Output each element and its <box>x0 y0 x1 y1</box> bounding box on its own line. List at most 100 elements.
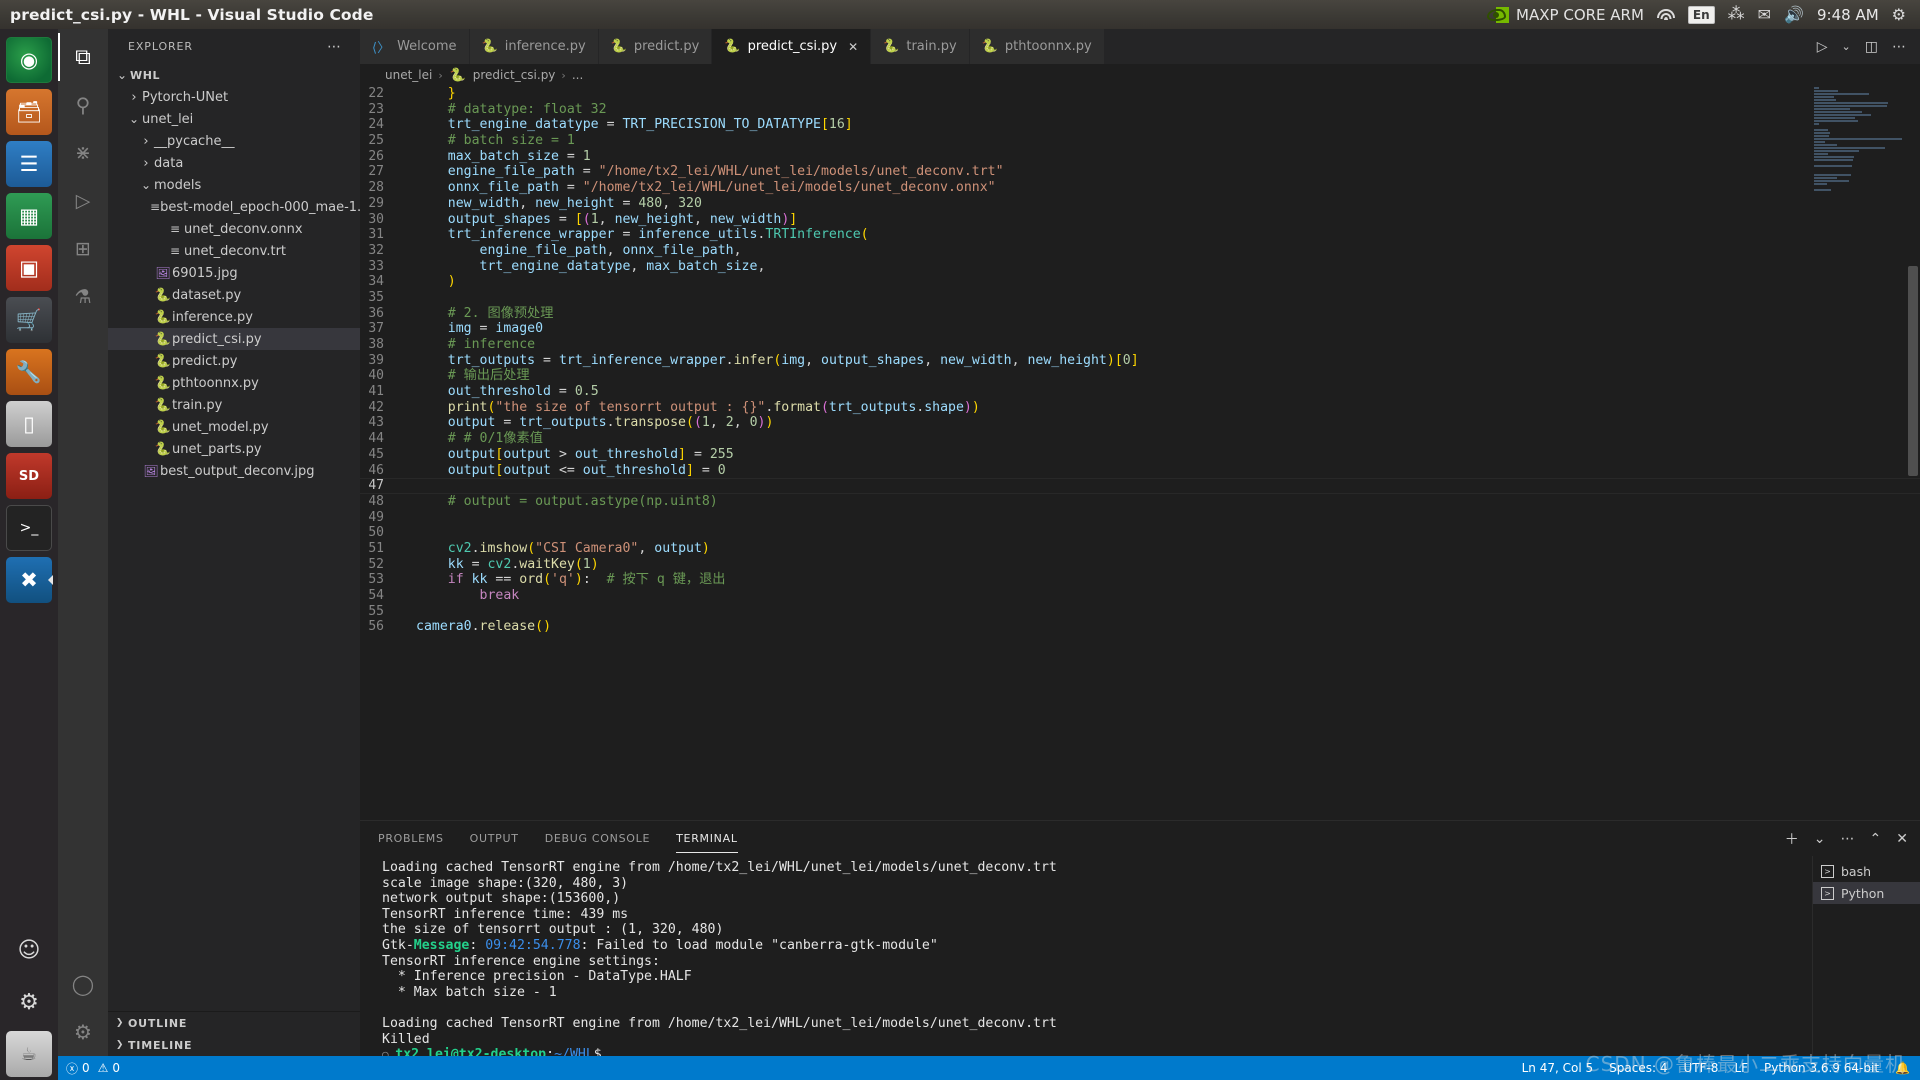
status-indentation[interactable]: Spaces: 4 <box>1609 1061 1667 1075</box>
code-line[interactable]: 47 <box>360 478 1920 494</box>
code-line[interactable]: 48 # output = output.astype(np.uint8) <box>360 494 1920 510</box>
launcher-item-user[interactable]: ☺ <box>6 927 52 973</box>
close-icon[interactable]: ✕ <box>848 40 858 54</box>
tree-item[interactable]: 🐍unet_parts.py <box>108 438 360 460</box>
code-line[interactable]: 33 trt_engine_datatype, max_batch_size, <box>360 259 1920 275</box>
code-line[interactable]: 23 # datatype: float 32 <box>360 102 1920 118</box>
code-line[interactable]: 55 <box>360 604 1920 620</box>
code-line[interactable]: 40 # 输出后处理 <box>360 368 1920 384</box>
launcher-item-sdcard[interactable]: SD <box>6 453 52 499</box>
editor-tab[interactable]: 🐍pthtoonnx.py <box>970 29 1105 64</box>
status-language-mode[interactable]: Python 3.6.9 64-bit <box>1764 1061 1879 1075</box>
breadcrumb-file[interactable]: predict_csi.py <box>473 68 556 82</box>
code-line[interactable]: 27 engine_file_path = "/home/tx2_lei/WHL… <box>360 164 1920 180</box>
code-editor[interactable]: 22 }23 # datatype: float 3224 trt_engine… <box>360 86 1920 820</box>
code-line[interactable]: 26 max_batch_size = 1 <box>360 149 1920 165</box>
launcher-item-files[interactable]: 🗃 <box>6 89 52 135</box>
tree-item[interactable]: ⌄unet_lei <box>108 108 360 130</box>
code-line[interactable]: 56camera0.release() <box>360 619 1920 635</box>
tree-item[interactable]: ≡best-model_epoch-000_mae-1.0... <box>108 196 360 218</box>
code-line[interactable]: 43 output = trt_outputs.transpose((1, 2,… <box>360 415 1920 431</box>
status-cursor-position[interactable]: Ln 47, Col 5 <box>1522 1061 1594 1075</box>
terminal-dropdown-icon[interactable]: ⌄ <box>1814 831 1826 847</box>
tree-item[interactable]: 🐍pthtoonnx.py <box>108 372 360 394</box>
tree-item[interactable]: ›__pycache__ <box>108 130 360 152</box>
close-panel-icon[interactable]: ✕ <box>1896 831 1908 847</box>
clock[interactable]: 9:48 AM <box>1817 6 1879 24</box>
launcher-item-terminal[interactable]: >_ <box>6 505 52 551</box>
bell-icon[interactable]: 🔔 <box>1895 1061 1910 1075</box>
activity-manage-icon[interactable]: ⚙ <box>58 1008 108 1056</box>
code-lines[interactable]: 22 }23 # datatype: float 3224 trt_engine… <box>360 86 1920 820</box>
tree-item[interactable]: ⌄WHL <box>108 64 360 86</box>
editor-scrollbar[interactable] <box>1906 86 1920 820</box>
terminal-session-python[interactable]: > Python <box>1813 882 1920 904</box>
activity-run-debug-icon[interactable]: ▷ <box>58 177 108 225</box>
gear-icon[interactable]: ⚙ <box>1892 7 1906 23</box>
panel-tab[interactable]: TERMINAL <box>676 821 738 856</box>
status-problems[interactable]: ⓧ 0 ⚠ 0 <box>66 1060 120 1077</box>
code-line[interactable]: 34 ) <box>360 274 1920 290</box>
maximize-panel-icon[interactable]: ⌃ <box>1870 831 1882 847</box>
chevron-down-icon[interactable]: ⌄ <box>1842 40 1851 53</box>
code-line[interactable]: 50 <box>360 525 1920 541</box>
tree-item[interactable]: ›data <box>108 152 360 174</box>
new-terminal-icon[interactable]: ＋ <box>1785 829 1799 849</box>
section-outline[interactable]: ❯ OUTLINE <box>108 1012 360 1034</box>
code-line[interactable]: 41 out_threshold = 0.5 <box>360 384 1920 400</box>
editor-tab[interactable]: 🐍inference.py <box>470 29 599 64</box>
editor-more-actions-icon[interactable]: ⋯ <box>1892 39 1906 55</box>
code-line[interactable]: 32 engine_file_path, onnx_file_path, <box>360 243 1920 259</box>
launcher-item-disks[interactable]: ▯ <box>6 401 52 447</box>
activity-testing-icon[interactable]: ⚗ <box>58 273 108 321</box>
wifi-icon[interactable] <box>1657 8 1675 22</box>
breadcrumb-folder[interactable]: unet_lei <box>385 68 432 82</box>
tree-item[interactable]: ≡unet_deconv.onnx <box>108 218 360 240</box>
activity-accounts-icon[interactable]: ◯ <box>58 960 108 1008</box>
panel-tab[interactable]: DEBUG CONSOLE <box>545 821 650 856</box>
tree-item[interactable]: 🖼69015.jpg <box>108 262 360 284</box>
code-line[interactable]: 42 print("the size of tensorrt output : … <box>360 400 1920 416</box>
editor-tab[interactable]: 🐍train.py <box>871 29 970 64</box>
status-encoding[interactable]: UTF-8 <box>1683 1061 1718 1075</box>
tree-item[interactable]: ≡unet_deconv.trt <box>108 240 360 262</box>
code-line[interactable]: 49 <box>360 510 1920 526</box>
activity-explorer-icon[interactable]: ⧉ <box>58 33 108 81</box>
code-line[interactable]: 29 new_width, new_height = 480, 320 <box>360 196 1920 212</box>
terminal-output[interactable]: Loading cached TensorRT engine from /hom… <box>374 856 1812 1056</box>
code-line[interactable]: 28 onnx_file_path = "/home/tx2_lei/WHL/u… <box>360 180 1920 196</box>
panel-tab[interactable]: PROBLEMS <box>378 821 444 856</box>
panel-tab[interactable]: OUTPUT <box>470 821 519 856</box>
code-line[interactable]: 53 if kk == ord('q'): # 按下 q 键，退出 <box>360 572 1920 588</box>
editor-tab[interactable]: 🐍predict.py <box>599 29 713 64</box>
launcher-item-writer[interactable]: ☰ <box>6 141 52 187</box>
mail-icon[interactable]: ✉ <box>1758 7 1771 23</box>
nvidia-tray-item[interactable]: MAXP CORE ARM <box>1487 6 1644 24</box>
split-editor-icon[interactable]: ◫ <box>1865 39 1878 55</box>
code-line[interactable]: 30 output_shapes = [(1, new_height, new_… <box>360 212 1920 228</box>
explorer-more-icon[interactable]: ⋯ <box>327 43 342 51</box>
panel-more-actions-icon[interactable]: ⋯ <box>1841 831 1855 847</box>
code-line[interactable]: 31 trt_inference_wrapper = inference_uti… <box>360 227 1920 243</box>
tree-item[interactable]: 🐍unet_model.py <box>108 416 360 438</box>
code-line[interactable]: 22 } <box>360 86 1920 102</box>
code-line[interactable]: 51 cv2.imshow("CSI Camera0", output) <box>360 541 1920 557</box>
code-line[interactable]: 52 kk = cv2.waitKey(1) <box>360 557 1920 573</box>
editor-tab[interactable]: ⟨〉Welcome <box>360 29 470 64</box>
code-line[interactable]: 35 <box>360 290 1920 306</box>
code-line[interactable]: 36 # 2. 图像预处理 <box>360 306 1920 322</box>
code-line[interactable]: 54 break <box>360 588 1920 604</box>
tree-item[interactable]: ⌄models <box>108 174 360 196</box>
scrollbar-thumb[interactable] <box>1908 266 1918 476</box>
input-method-indicator[interactable]: En <box>1688 6 1715 24</box>
launcher-item-trash[interactable]: ☕ <box>6 1031 52 1077</box>
editor-tab[interactable]: 🐍predict_csi.py✕ <box>712 29 871 64</box>
code-line[interactable]: 46 output[output <= out_threshold] = 0 <box>360 463 1920 479</box>
activity-extensions-icon[interactable]: ⊞ <box>58 225 108 273</box>
code-line[interactable]: 37 img = image0 <box>360 321 1920 337</box>
code-line[interactable]: 44 # # 0/1像素值 <box>360 431 1920 447</box>
section-timeline[interactable]: ❯ TIMELINE <box>108 1034 360 1056</box>
tree-item[interactable]: 🐍dataset.py <box>108 284 360 306</box>
terminal-session-bash[interactable]: > bash <box>1813 860 1920 882</box>
tree-item[interactable]: 🐍inference.py <box>108 306 360 328</box>
